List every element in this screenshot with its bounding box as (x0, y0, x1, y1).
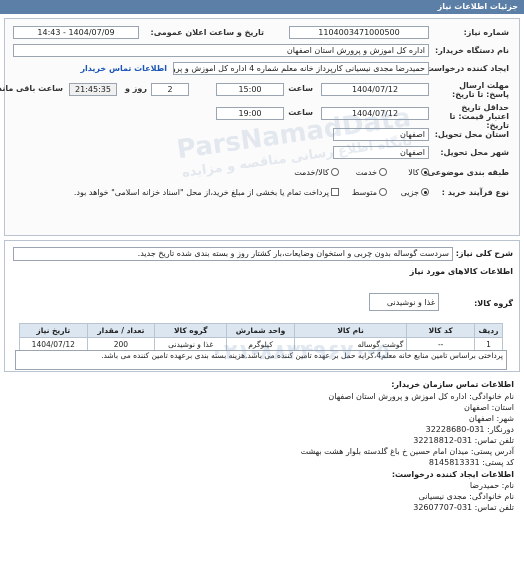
need-number-label: شماره نیاز: (463, 27, 509, 37)
deadline-label: مهلت ارسال پاسخ: تا تاریخ: (452, 81, 509, 99)
category-option-goods[interactable]: کالا (408, 168, 429, 177)
creator-field: حمیدرضا مجدی نیسیانی کارپرداز خانه معلم … (173, 61, 429, 75)
contact-line: نام خانوادگی: مجدی نیسیانی (418, 492, 514, 501)
contact-line: دورنگار: 031-32228680 (425, 425, 514, 434)
city-label: شهر محل تحویل: (440, 147, 509, 157)
process-option-medium[interactable]: متوسط (352, 188, 387, 197)
contact-line: شهر: اصفهان (468, 414, 514, 423)
column-header: گروه کالا (154, 323, 228, 338)
radio-icon (331, 168, 339, 176)
watermark-phone: ۰۲۱-۸۸۳۴۹۶۷۰-۵ (210, 340, 390, 365)
process-label: نوع فرآیند خرید : (441, 187, 509, 197)
contact-line: نام: حمیدرضا (469, 481, 514, 490)
contact-line: آدرس پستی: میدان امام حسین خ باغ گلدسته … (300, 447, 514, 456)
contact-line: نام خانوادگی: اداره کل اموزش و پرورش است… (328, 392, 514, 401)
column-header: کد کالا (406, 323, 475, 338)
radio-icon (379, 188, 387, 196)
need-number-row: شماره نیاز: 1104003471000500 تاریخ و ساع… (13, 25, 509, 39)
process-option-minor[interactable]: جزیی (401, 188, 429, 197)
contact-line: تلفن تماس: 031-32607707 (413, 503, 514, 512)
description-label: شرح کلی نیاز: (455, 249, 513, 258)
checkbox-icon (331, 188, 339, 196)
table-header-row: ردیف کد کالا نام کالا واحد شمارش گروه کا… (19, 323, 504, 338)
category-label: طبقه بندی موضوعی: (424, 167, 509, 177)
radio-selected-icon (421, 188, 429, 196)
radio-selected-icon (421, 168, 429, 176)
column-header: نام کالا (293, 323, 408, 338)
buyer-label: نام دستگاه خریدار: (435, 45, 509, 55)
buyer-field: اداره کل اموزش و پرورش استان اصفهان (13, 43, 429, 57)
column-header: تعداد / مقدار (86, 323, 156, 338)
description-field: سردست گوساله بدون چربی و استخوان وضایعات… (13, 247, 453, 261)
deadline-time-field: 15:00 (216, 83, 284, 96)
creator-info-title: اطلاعات ایجاد کننده درخواست: (391, 470, 514, 479)
contact-line: استان: اصفهان (464, 403, 514, 412)
validity-time-field: 19:00 (216, 107, 284, 120)
announce-label: تاریخ و ساعت اعلان عمومی: (150, 27, 265, 37)
category-option-service[interactable]: خدمت (356, 168, 387, 177)
page-title: جزئیات اطلاعات نیاز (437, 2, 518, 11)
province-row: استان محل تحویل: اصفهان (13, 127, 509, 141)
column-header: ردیف (473, 323, 504, 338)
buyer-row: نام دستگاه خریدار: اداره کل اموزش و پرور… (13, 43, 509, 57)
need-number-field: 1104003471000500 (289, 25, 429, 39)
process-row: نوع فرآیند خرید : جزیی متوسط پرداخت تمام… (13, 185, 509, 199)
validity-label: حداقل تاریخ اعتبار قیمت: تا تاریخ: (449, 103, 509, 130)
remaining-label: ساعت باقی مانده (0, 84, 63, 93)
page-header: جزئیات اطلاعات نیاز (0, 0, 524, 14)
deadline-time-label: ساعت (288, 84, 313, 93)
province-field: اصفهان (333, 127, 429, 141)
radio-icon (379, 168, 387, 176)
deadline-row: مهلت ارسال پاسخ: تا تاریخ: 1404/07/12 سا… (0, 81, 509, 99)
goods-section-title: اطلاعات کالاهای مورد نیاز (409, 267, 513, 276)
city-field: اصفهان (333, 145, 429, 159)
need-details-panel: شماره نیاز: 1104003471000500 تاریخ و ساع… (0, 18, 520, 236)
column-header: واحد شمارش (226, 323, 295, 338)
contact-line: تلفن تماس: 031-32218812 (413, 436, 514, 445)
goods-group-field: غذا و نوشیدنی (369, 293, 439, 311)
creator-row: ایجاد کننده درخواست: حمیدرضا مجدی نیسیان… (13, 61, 509, 75)
validity-row: حداقل تاریخ اعتبار قیمت: تا تاریخ: 1404/… (13, 103, 509, 130)
contact-line: کد پستی: 8145813331 (428, 458, 514, 467)
category-option-goods-service[interactable]: کالا/خدمت (294, 168, 339, 177)
contact-title: اطلاعات تماس سازمان خریدار: (391, 380, 514, 389)
column-header: تاریخ نیاز (19, 323, 88, 338)
treasury-payment-option[interactable]: پرداخت تمام یا بخشی از مبلغ خرید،از محل … (74, 188, 339, 197)
city-row: شهر محل تحویل: اصفهان (13, 145, 509, 159)
goods-group-label: گروه کالا: (474, 299, 513, 308)
days-label: روز و (125, 84, 147, 93)
announce-field: 1404/07/09 - 14:43 (13, 25, 139, 39)
days-field: 2 (151, 83, 189, 96)
buyer-contact-link[interactable]: اطلاعات تماس خریدار (80, 64, 167, 73)
creator-label: ایجاد کننده درخواست: (422, 63, 510, 73)
validity-time-label: ساعت (288, 108, 313, 117)
remaining-time-field: 21:45:35 (69, 83, 117, 96)
validity-date-field: 1404/07/12 (321, 107, 429, 120)
province-label: استان محل تحویل: (434, 129, 509, 139)
category-row: طبقه بندی موضوعی: کالا خدمت کالا/خدمت (13, 165, 509, 179)
deadline-date-field: 1404/07/12 (321, 83, 429, 96)
